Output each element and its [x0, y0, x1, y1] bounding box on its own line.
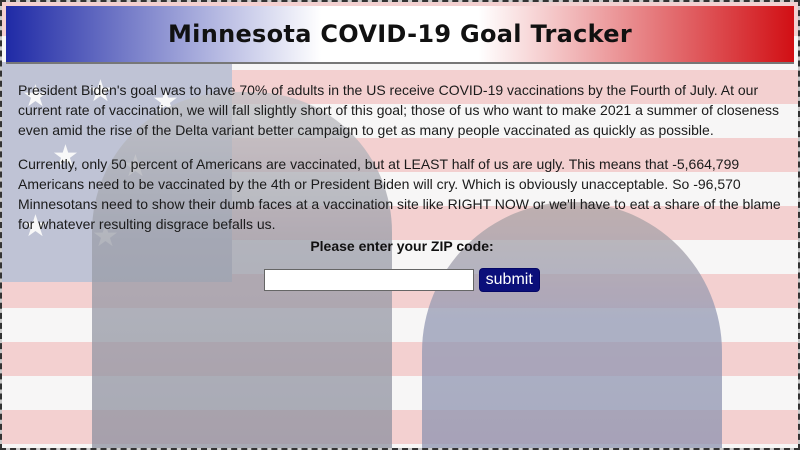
- zip-input[interactable]: [264, 269, 475, 291]
- zip-form: submit: [2, 268, 798, 292]
- page-frame: ★ ★ ★ ★ ★ ★ ★ Minnesota COVID-19 Goal Tr…: [0, 0, 800, 450]
- zip-label: Please enter your ZIP code:: [310, 238, 494, 254]
- main-content: President Biden's goal was to have 70% o…: [18, 80, 784, 248]
- intro-paragraph: President Biden's goal was to have 70% o…: [18, 82, 780, 138]
- page-title: Minnesota COVID-19 Goal Tracker: [168, 20, 632, 48]
- submit-button[interactable]: submit: [478, 268, 540, 292]
- status-paragraph: Currently, only 50 percent of Americans …: [18, 156, 781, 232]
- header-banner: Minnesota COVID-19 Goal Tracker: [6, 6, 794, 64]
